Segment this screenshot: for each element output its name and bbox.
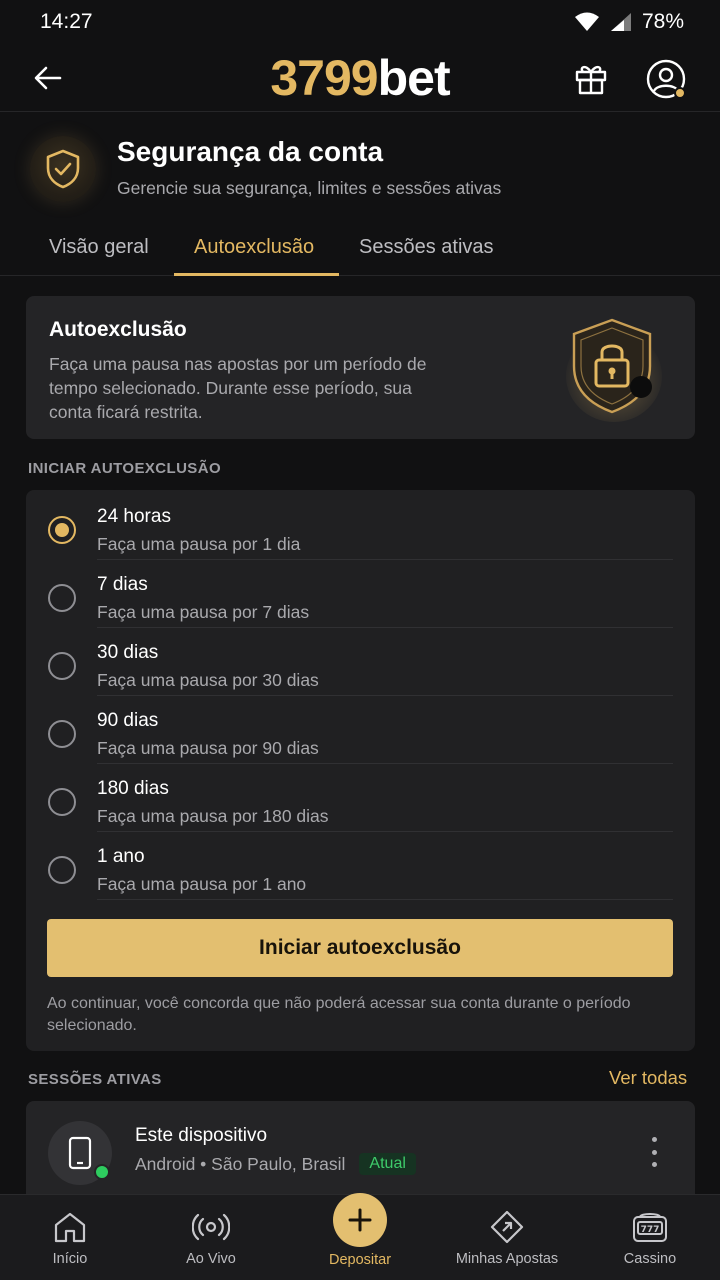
option-24-hours[interactable]: 24 horas Faça uma pausa por 1 dia [26, 492, 695, 560]
radio-button[interactable] [48, 652, 76, 680]
radio-button[interactable] [48, 856, 76, 884]
online-status-dot [94, 1164, 110, 1180]
page-header: Segurança da conta Gerencie sua seguranç… [0, 112, 720, 276]
home-icon [50, 1207, 90, 1247]
gift-icon [575, 65, 607, 95]
nav-live[interactable]: Ao Vivo [166, 1195, 256, 1280]
option-description: Faça uma pausa por 30 dias [97, 670, 319, 690]
option-description: Faça uma pausa por 90 dias [97, 738, 319, 758]
option-label: 24 horas [97, 506, 171, 527]
live-broadcast-icon [191, 1207, 231, 1247]
battery-percentage: 78% [641, 10, 684, 33]
page-subtitle: Gerencie sua segurança, limites e sessõe… [117, 178, 502, 198]
option-description: Faça uma pausa por 1 dia [97, 534, 301, 554]
tab-active-sessions[interactable]: Sessões ativas [359, 236, 494, 259]
active-tab-indicator [174, 273, 339, 276]
tab-overview[interactable]: Visão geral [49, 236, 149, 259]
brand-text: bet [377, 50, 451, 106]
option-label: 1 ano [97, 846, 145, 867]
page-title: Segurança da conta [117, 136, 384, 167]
option-description: Faça uma pausa por 7 dias [97, 602, 310, 622]
option-label: 90 dias [97, 710, 159, 731]
option-label: 180 dias [97, 778, 169, 799]
more-vertical-icon [651, 1162, 657, 1167]
session-device-title: Este dispositivo [135, 1125, 268, 1146]
info-card-title: Autoexclusão [49, 318, 187, 341]
nav-casino[interactable]: 777 Cassino [610, 1195, 690, 1280]
cellular-signal-icon [610, 13, 631, 31]
more-vertical-icon [651, 1149, 657, 1155]
active-sessions-section-label: SESSÕES ATIVAS [28, 1071, 162, 1088]
nav-my-bets[interactable]: Minhas Apostas [446, 1195, 568, 1280]
nav-home[interactable]: Início [30, 1195, 110, 1280]
radio-button[interactable] [48, 720, 76, 748]
notification-dot [674, 87, 686, 99]
brand-number: 3799 [270, 50, 378, 106]
shield-lock-icon [566, 318, 662, 422]
nav-label: Minhas Apostas [455, 1251, 559, 1267]
tab-bar: Visão geral Autoexclusão Sessões ativas [0, 230, 720, 276]
session-details: Android • São Paulo, Brasil Atual [135, 1153, 416, 1175]
slot-machine-icon: 777 [630, 1207, 670, 1247]
session-location: Android • São Paulo, Brasil [135, 1153, 346, 1174]
current-session-badge: Atual [359, 1153, 416, 1175]
option-30-days[interactable]: 30 dias Faça uma pausa por 30 dias [26, 628, 695, 696]
option-description: Faça uma pausa por 180 dias [97, 806, 329, 826]
profile-button[interactable] [644, 57, 688, 101]
shield-badge [30, 136, 96, 202]
status-indicators: 78% [574, 10, 684, 34]
app-header: 3799bet [0, 44, 720, 112]
option-7-days[interactable]: 7 dias Faça uma pausa por 7 dias [26, 560, 695, 628]
self-exclusion-options-card: 24 horas Faça uma pausa por 1 dia 7 dias… [26, 490, 695, 1051]
self-exclusion-section-label: INICIAR AUTOEXCLUSÃO [28, 460, 222, 477]
brand-logo: 3799bet [0, 52, 720, 104]
option-label: 30 dias [97, 642, 159, 663]
start-self-exclusion-button[interactable]: Iniciar autoexclusão [47, 919, 673, 977]
bet-ticket-icon [487, 1207, 527, 1247]
disclaimer-text: Ao continuar, você concorda que não pode… [47, 995, 631, 1034]
tab-self-exclusion[interactable]: Autoexclusão [194, 236, 314, 259]
radio-button-selected[interactable] [48, 516, 76, 544]
option-description: Faça uma pausa por 1 ano [97, 874, 307, 894]
gift-button[interactable] [571, 58, 611, 98]
radio-button[interactable] [48, 584, 76, 612]
nav-label: Ao Vivo [186, 1251, 236, 1267]
see-all-link[interactable]: Ver todas [609, 1067, 687, 1089]
option-180-days[interactable]: 180 dias Faça uma pausa por 180 dias [26, 764, 695, 832]
shield-check-icon [46, 149, 80, 189]
radio-button[interactable] [48, 788, 76, 816]
option-1-year[interactable]: 1 ano Faça uma pausa por 1 ano [26, 832, 695, 900]
info-card-description: Faça uma pausa nas apostas por um períod… [49, 354, 427, 422]
nav-label: Cassino [623, 1251, 677, 1267]
wifi-icon [574, 12, 599, 31]
divider [97, 899, 673, 900]
option-label: 7 dias [97, 574, 148, 595]
option-90-days[interactable]: 90 dias Faça uma pausa por 90 dias [26, 696, 695, 764]
more-options-button[interactable] [644, 1137, 664, 1167]
nav-deposit[interactable]: Depositar [318, 1193, 402, 1280]
nav-label: Início [52, 1251, 88, 1267]
self-exclusion-info-card: Autoexclusão Faça uma pausa nas apostas … [26, 296, 695, 439]
more-vertical-icon [651, 1137, 657, 1142]
bottom-navigation: Início Ao Vivo Depositar Minhas Apostas … [0, 1193, 720, 1280]
plus-icon [333, 1193, 387, 1247]
svg-text:777: 777 [641, 1225, 660, 1235]
status-time: 14:27 [40, 10, 93, 33]
status-bar: 14:27 78% [0, 0, 720, 44]
smartphone-icon [68, 1136, 92, 1170]
nav-label: Depositar [328, 1252, 392, 1268]
